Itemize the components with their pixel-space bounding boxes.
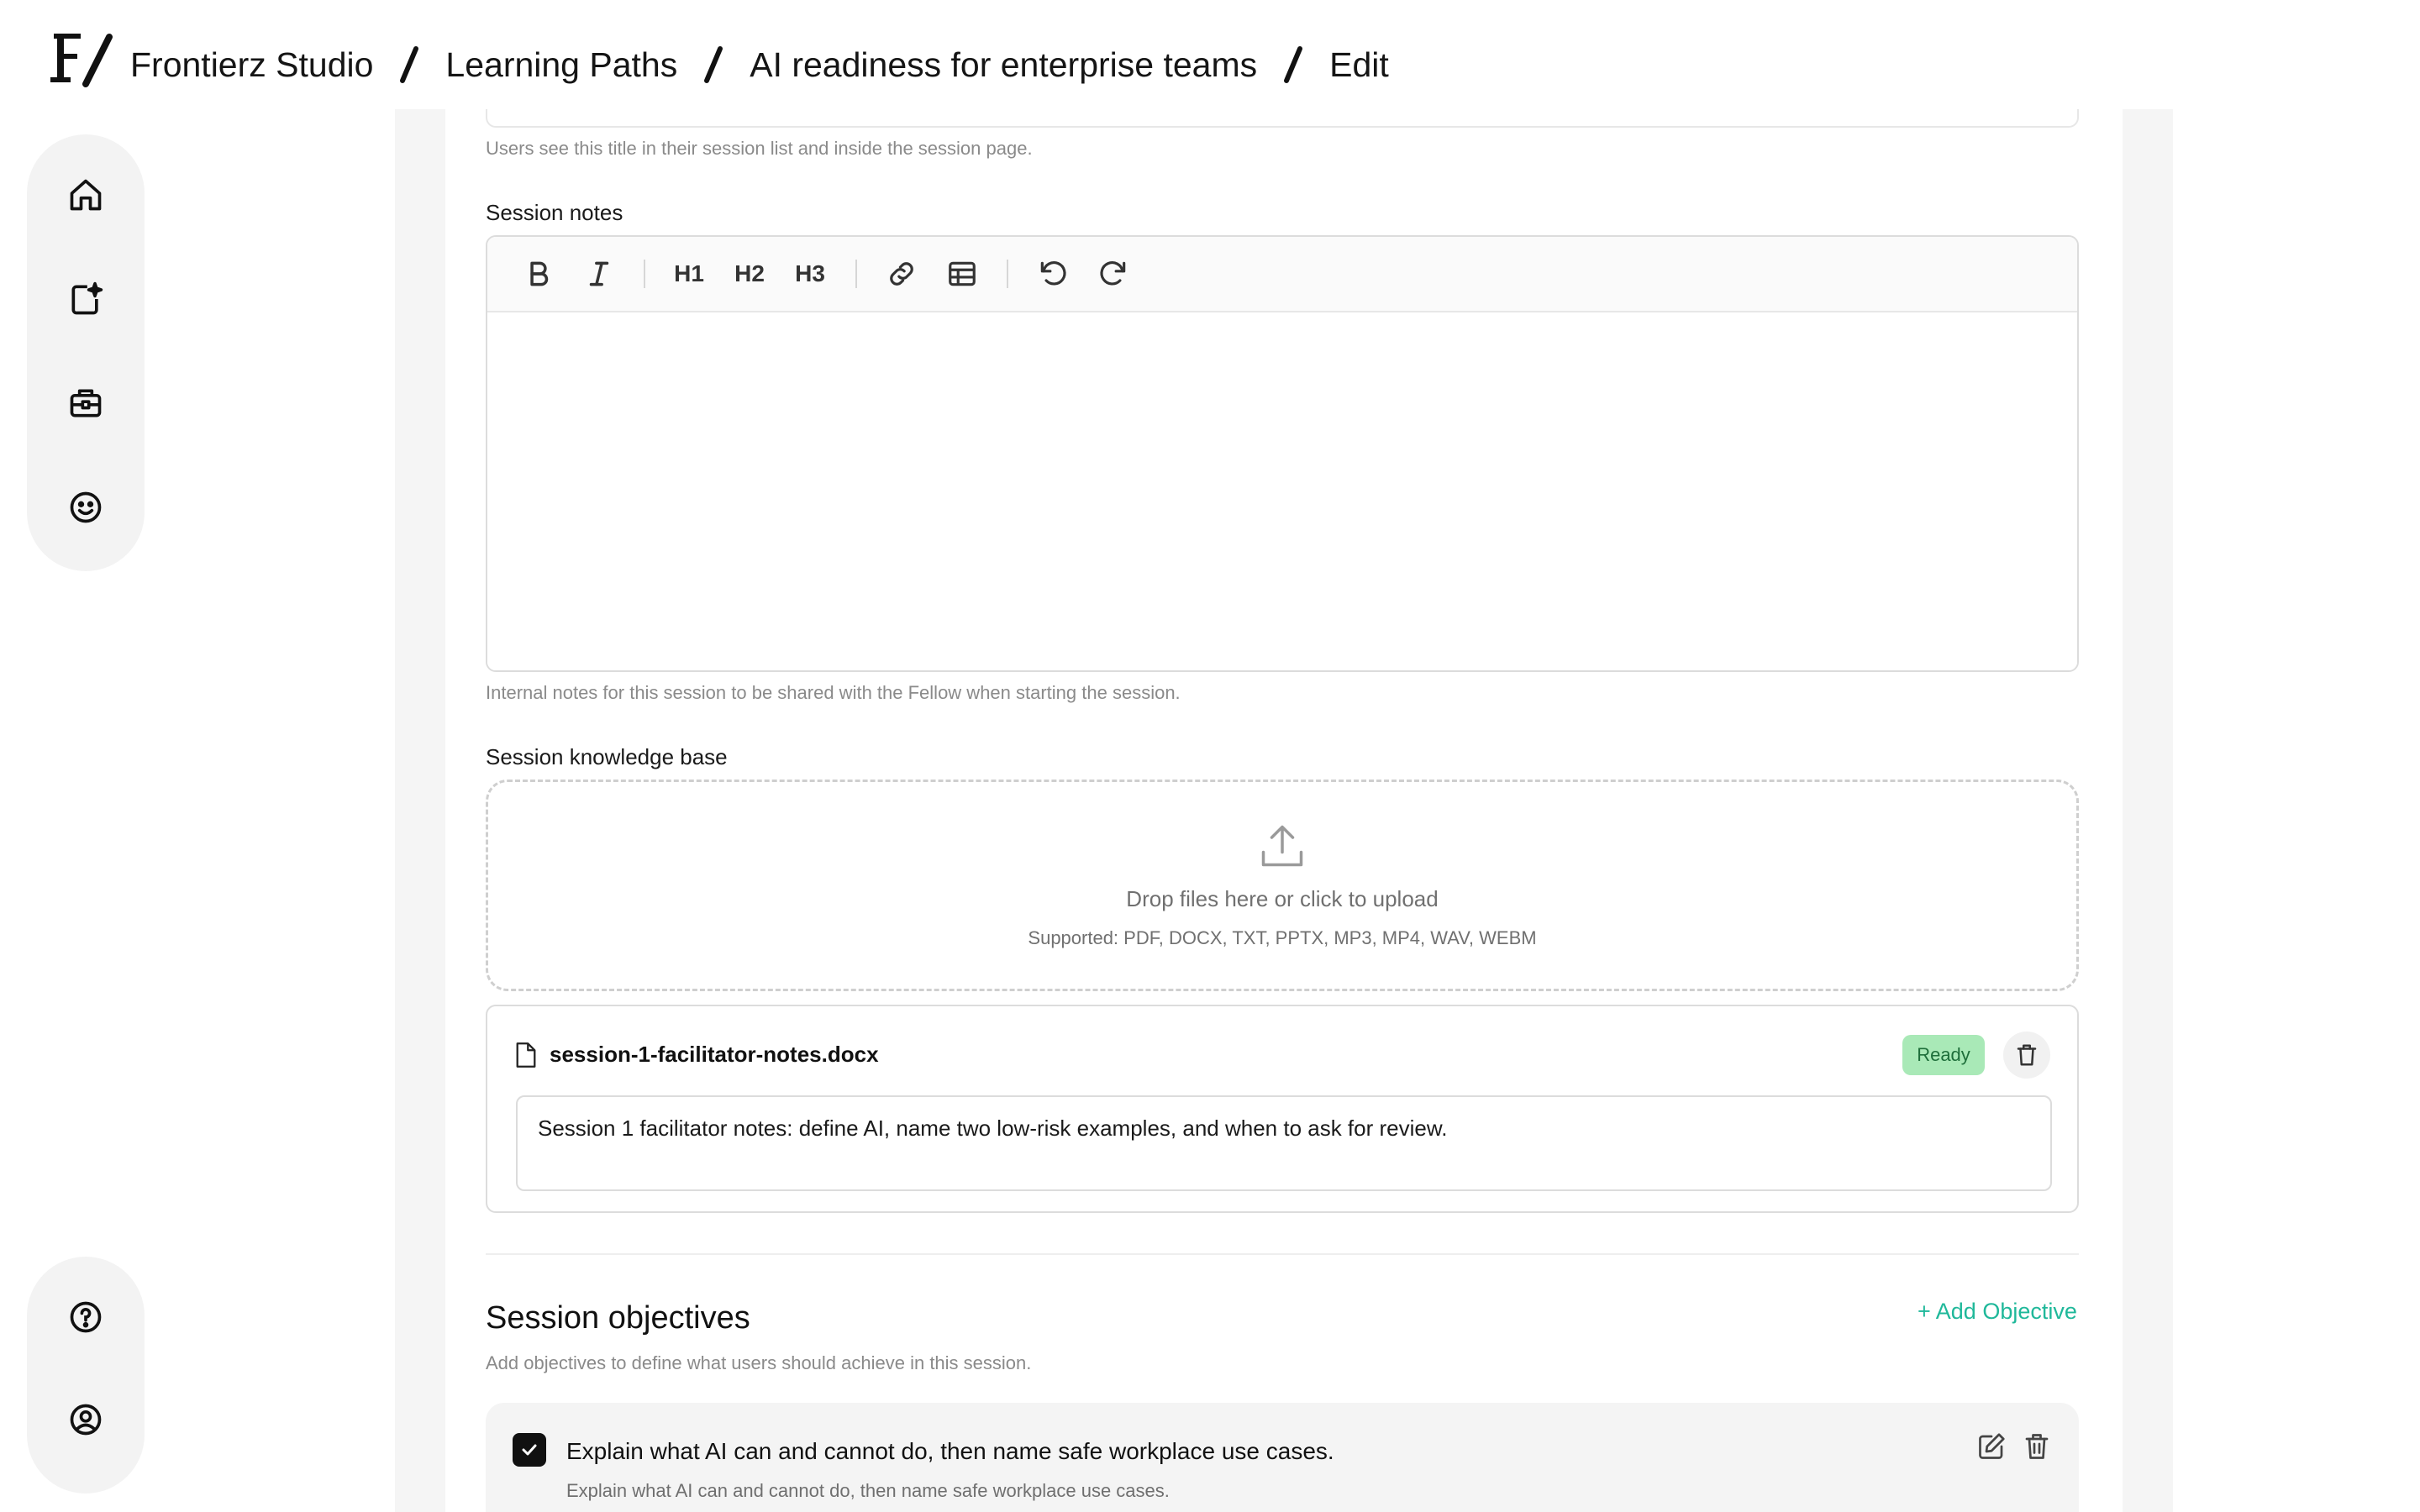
upload-icon [1257, 821, 1307, 871]
objective-item: Explain what AI can and cannot do, then … [486, 1403, 2079, 1512]
edit-objective-button[interactable] [1975, 1430, 2008, 1463]
help-icon[interactable] [67, 1299, 104, 1336]
session-notes-label: Session notes [486, 200, 623, 225]
italic-button[interactable] [578, 253, 620, 295]
objectives-title: Session objectives [486, 1300, 750, 1336]
undo-button[interactable] [1032, 253, 1074, 295]
notes-help-text: Internal notes for this session to be sh… [486, 682, 1181, 703]
heading-1-button[interactable]: H1 [669, 253, 709, 295]
slash-separator-icon [388, 44, 430, 86]
objective-checkbox[interactable] [513, 1433, 546, 1467]
frontierz-logo[interactable] [49, 29, 116, 87]
section-divider [486, 1253, 2079, 1255]
breadcrumb-studio[interactable]: Frontierz Studio [130, 45, 373, 85]
title-help-text: Users see this title in their session li… [486, 138, 1033, 159]
trash-icon [2025, 1434, 2049, 1459]
dropzone-text: Drop files here or click to upload [1126, 886, 1439, 911]
smiley-icon[interactable] [67, 489, 104, 526]
link-button[interactable] [881, 253, 923, 295]
toolbar-divider [644, 260, 645, 288]
breadcrumb: Frontierz Studio Learning Paths AI readi… [130, 44, 1389, 86]
file-dropzone[interactable]: Drop files here or click to upload Suppo… [486, 780, 2079, 991]
knowledge-base-label: Session knowledge base [486, 744, 728, 769]
top-bar: Frontierz Studio Learning Paths AI readi… [0, 0, 2420, 109]
delete-file-button[interactable] [2003, 1032, 2050, 1079]
check-icon [522, 1444, 537, 1456]
user-circle-icon[interactable] [67, 1401, 104, 1438]
slash-separator-icon [692, 44, 734, 86]
breadcrumb-path[interactable]: AI readiness for enterprise teams [750, 45, 1257, 85]
supported-formats-text: Supported: PDF, DOCX, TXT, PPTX, MP3, MP… [1028, 927, 1537, 948]
toolbar-divider [1007, 260, 1008, 288]
add-objective-button[interactable]: + Add Objective [1918, 1299, 2077, 1325]
uploaded-file-card: session-1-facilitator-notes.docx Ready [486, 1005, 2079, 1213]
session-notes-editor: H1 H2 H3 [486, 235, 2079, 672]
file-note-textarea[interactable] [516, 1095, 2052, 1191]
briefcase-icon[interactable] [67, 385, 104, 422]
objective-title: Explain what AI can and cannot do, then … [566, 1438, 1334, 1464]
status-badge: Ready [1902, 1035, 1985, 1075]
bold-button[interactable] [518, 253, 560, 295]
heading-3-button[interactable]: H3 [790, 253, 830, 295]
sidebar-primary [27, 134, 145, 571]
objective-description: Explain what AI can and cannot do, then … [566, 1480, 1170, 1501]
redo-button[interactable] [1092, 253, 1134, 295]
editor-toolbar: H1 H2 H3 [487, 237, 2077, 312]
table-button[interactable] [941, 253, 983, 295]
home-icon[interactable] [67, 176, 104, 213]
sidebar-secondary [27, 1257, 145, 1494]
sparkle-document-icon[interactable] [67, 281, 104, 318]
toolbar-divider [855, 260, 857, 288]
heading-2-button[interactable]: H2 [729, 253, 770, 295]
notes-editor-content[interactable] [487, 312, 2077, 670]
file-icon [516, 1042, 536, 1068]
delete-objective-button[interactable] [2020, 1430, 2054, 1463]
objectives-help-text: Add objectives to define what users shou… [486, 1352, 1032, 1373]
breadcrumb-edit: Edit [1329, 45, 1389, 84]
slash-separator-icon [1272, 44, 1314, 86]
file-name: session-1-facilitator-notes.docx [550, 1042, 879, 1067]
trash-icon [2017, 1044, 2037, 1066]
breadcrumb-learning-paths[interactable]: Learning Paths [445, 45, 677, 85]
edit-icon [1979, 1433, 2005, 1459]
